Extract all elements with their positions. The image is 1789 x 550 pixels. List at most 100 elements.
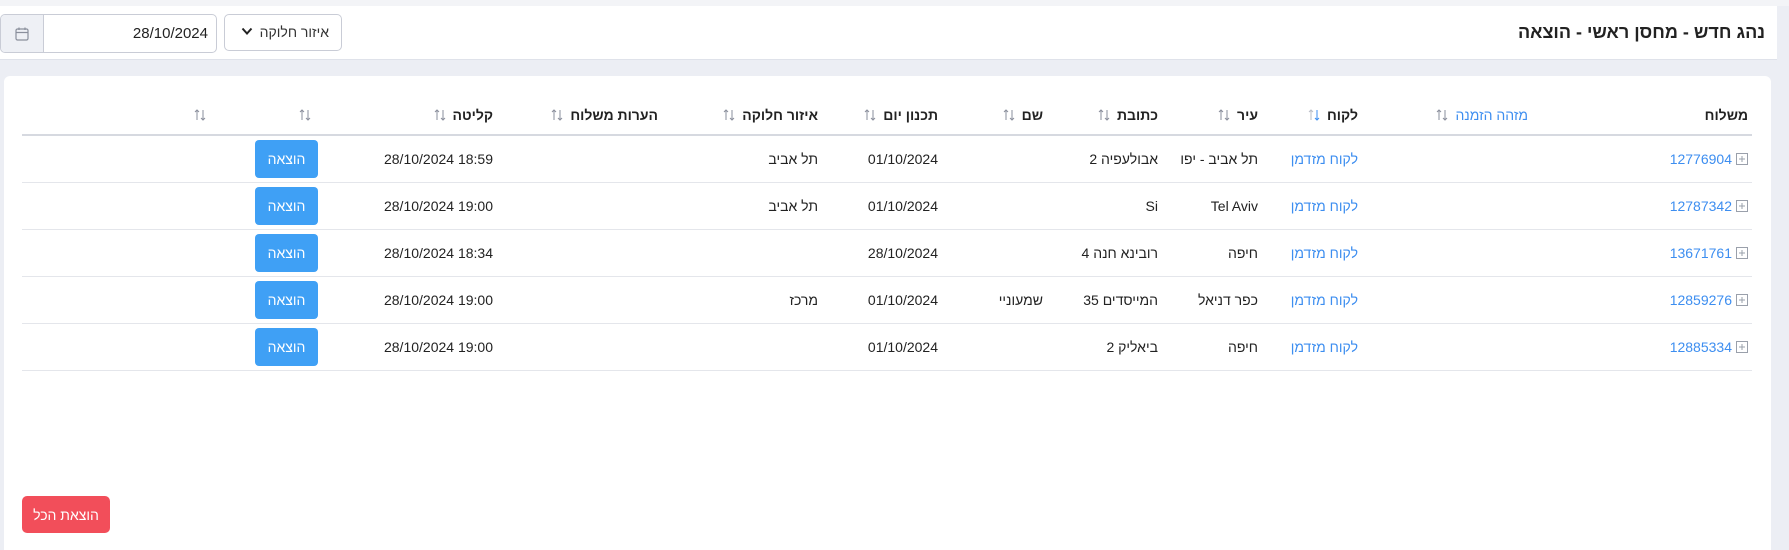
expand-icon[interactable] xyxy=(1736,341,1748,353)
customer-link[interactable]: לקוח מזדמן xyxy=(1291,292,1358,308)
customer-link[interactable]: לקוח מזדמן xyxy=(1291,198,1358,214)
cell-address: Si xyxy=(1047,182,1162,230)
cell-city: כפר דניאל xyxy=(1162,276,1262,324)
cell-text: כפר דניאל xyxy=(1197,292,1258,308)
column-header-3[interactable]: עיר xyxy=(1162,96,1262,136)
customer-link[interactable]: לקוח מזדמן xyxy=(1291,151,1358,167)
date-input[interactable] xyxy=(44,15,208,52)
column-header-6[interactable]: תכנון יום xyxy=(822,96,942,136)
shipments-table: משלוח מזהה הזמנה לקוח עיר כתובת שם תכנון יום אי… xyxy=(22,96,1752,371)
cell-notes xyxy=(497,323,662,371)
sort-icon[interactable] xyxy=(550,108,564,122)
cell-text: 01/10/2024 xyxy=(867,292,938,308)
cell-shipment: 12885334 xyxy=(1532,323,1752,371)
column-header-5[interactable]: שם xyxy=(942,96,1047,136)
sort-icon[interactable] xyxy=(1435,108,1449,122)
cell-text: 19:00 28/10/2024 xyxy=(383,292,493,308)
cell-text: 28/10/2024 xyxy=(867,245,938,261)
cell-plan-day: 01/10/2024 xyxy=(822,323,942,371)
cell-text: 01/10/2024 xyxy=(867,151,938,167)
cell-action: הוצאה xyxy=(217,135,322,183)
release-button[interactable]: הוצאה xyxy=(255,234,318,272)
column-header-11[interactable] xyxy=(22,96,217,136)
cell-text: רובינא חנה 4 xyxy=(1081,245,1158,261)
sort-icon[interactable] xyxy=(1217,108,1231,122)
cell-name xyxy=(942,229,1047,277)
customer-link[interactable]: לקוח מזדמן xyxy=(1291,339,1358,355)
sort-icon[interactable] xyxy=(1307,108,1321,122)
sort-icon[interactable] xyxy=(863,108,877,122)
shipment-link[interactable]: 12885334 xyxy=(1670,339,1732,355)
cell-action: הוצאה xyxy=(217,323,322,371)
sort-icon[interactable] xyxy=(433,108,447,122)
expand-icon[interactable] xyxy=(1736,247,1748,259)
column-header-label: תכנון יום xyxy=(883,107,938,123)
cell-address: ביאליק 2 xyxy=(1047,323,1162,371)
calendar-button[interactable] xyxy=(1,15,44,52)
cell-text: 18:34 28/10/2024 xyxy=(383,245,493,261)
release-button[interactable]: הוצאה xyxy=(255,140,318,178)
shipment-link[interactable]: 12859276 xyxy=(1670,292,1732,308)
cell-customer: לקוח מזדמן xyxy=(1262,323,1362,371)
sort-icon[interactable] xyxy=(1002,108,1016,122)
column-header-label: לקוח xyxy=(1326,107,1358,123)
shipment-link[interactable]: 12776904 xyxy=(1670,151,1732,167)
cell-order-id xyxy=(1362,229,1532,277)
shipment-link[interactable]: 12787342 xyxy=(1670,198,1732,214)
cell-name: שמעוניי xyxy=(942,276,1047,324)
cell-shipment: 12787342 xyxy=(1532,182,1752,230)
customer-link[interactable]: לקוח מזדמן xyxy=(1291,245,1358,261)
cell-text: אבולעפיה 2 xyxy=(1089,151,1158,167)
release-button[interactable]: הוצאה xyxy=(255,281,318,319)
sort-icon[interactable] xyxy=(193,108,207,122)
cell-text: מרכז xyxy=(789,292,818,308)
column-header-2[interactable]: לקוח xyxy=(1262,96,1362,136)
cell-received: 19:00 28/10/2024 xyxy=(322,182,497,230)
cell-plan-day: 01/10/2024 xyxy=(822,276,942,324)
release-button[interactable]: הוצאה xyxy=(255,187,318,225)
cell-customer: לקוח מזדמן xyxy=(1262,229,1362,277)
column-header-label: עיר xyxy=(1237,107,1258,123)
region-select[interactable]: איזור חלוקה xyxy=(224,14,342,51)
column-header-4[interactable]: כתובת xyxy=(1047,96,1162,136)
column-header-9[interactable]: קליטה xyxy=(322,96,497,136)
cell-text: 18:59 28/10/2024 xyxy=(383,151,493,167)
column-header-label: איזור חלוקה xyxy=(742,107,818,123)
release-all-button[interactable]: הוצאת הכל xyxy=(22,496,110,533)
cell-address: רובינא חנה 4 xyxy=(1047,229,1162,277)
sort-icon[interactable] xyxy=(1097,108,1111,122)
expand-icon[interactable] xyxy=(1736,153,1748,165)
column-header-8[interactable]: הערות משלוח xyxy=(497,96,662,136)
cell-order-id xyxy=(1362,135,1532,183)
cell-text: 19:00 28/10/2024 xyxy=(383,198,493,214)
cell-received: 18:59 28/10/2024 xyxy=(322,135,497,183)
expand-icon[interactable] xyxy=(1736,294,1748,306)
release-button[interactable]: הוצאה xyxy=(255,328,318,366)
cell-text: תל אביב xyxy=(768,198,818,214)
expand-icon[interactable] xyxy=(1736,200,1748,212)
cell-order-id xyxy=(1362,323,1532,371)
cell-order-id xyxy=(1362,276,1532,324)
sort-icon[interactable] xyxy=(298,108,312,122)
cell-shipment: 12776904 xyxy=(1532,135,1752,183)
cell-notes xyxy=(497,135,662,183)
shipment-link[interactable]: 13671761 xyxy=(1670,245,1732,261)
chevron-down-icon xyxy=(241,27,253,35)
column-header-1[interactable]: מזהה הזמנה xyxy=(1362,96,1532,136)
cell-name xyxy=(942,323,1047,371)
cell-region xyxy=(662,323,822,371)
date-picker[interactable] xyxy=(0,14,217,53)
cell-text: תל אביב xyxy=(768,151,818,167)
cell-action: הוצאה xyxy=(217,182,322,230)
page-header: איזור חלוקה נהג חדש - מחסן ראשי - הוצאה xyxy=(0,6,1777,60)
column-header-10[interactable] xyxy=(217,96,322,136)
cell-text: שמעוניי xyxy=(998,292,1043,308)
sort-icon[interactable] xyxy=(722,108,736,122)
column-header-label: משלוח xyxy=(1704,107,1748,123)
column-header-0[interactable]: משלוח xyxy=(1532,96,1752,136)
cell-customer: לקוח מזדמן xyxy=(1262,276,1362,324)
column-header-7[interactable]: איזור חלוקה xyxy=(662,96,822,136)
table-row: 13671761 לקוח מזדמן חיפה רובינא חנה 4 28/10/… xyxy=(22,229,1752,277)
column-header-label: כתובת xyxy=(1116,107,1158,123)
cell-empty xyxy=(22,323,217,371)
